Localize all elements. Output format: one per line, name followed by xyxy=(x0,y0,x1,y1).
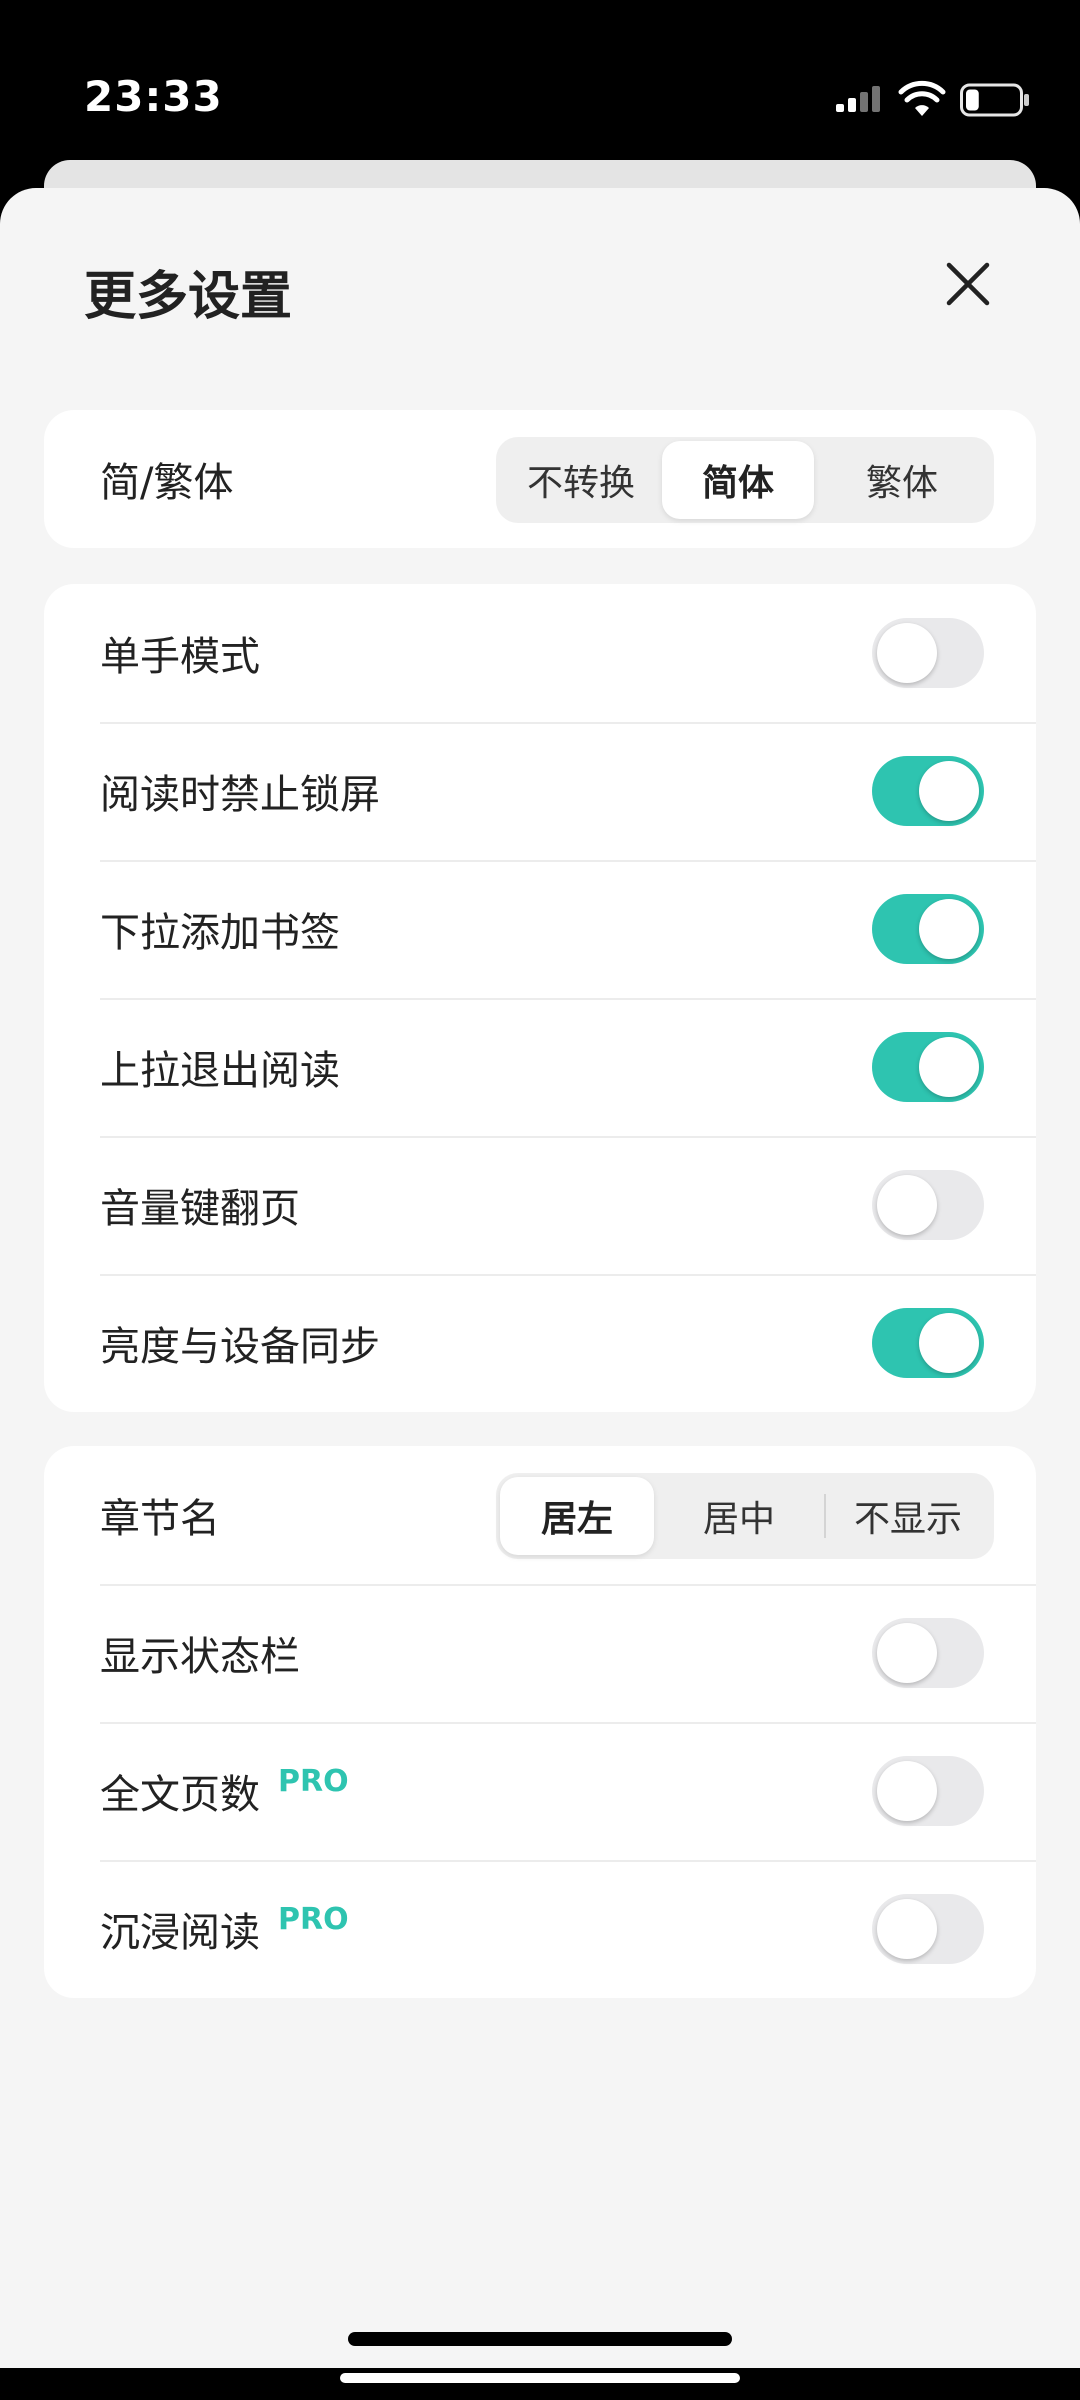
setting-label: 沉浸阅读 xyxy=(100,1910,260,1956)
display-setting-row: 全文页数 PRO xyxy=(44,1722,1036,1860)
toggle-knob xyxy=(919,761,979,821)
setting-label: 阅读时禁止锁屏 xyxy=(100,772,380,818)
setting-row: 下拉添加书签 xyxy=(44,860,1036,998)
conversion-option-traditional[interactable]: 繁体 xyxy=(814,441,990,519)
chapter-name-segmented-control: 居左 居中 不显示 xyxy=(496,1473,994,1559)
conversion-segmented-control: 不转换 简体 繁体 xyxy=(496,437,994,523)
setting-label: 单手模式 xyxy=(100,634,260,680)
setting-row: 音量键翻页 xyxy=(44,1136,1036,1274)
toggle-knob xyxy=(877,1761,937,1821)
setting-label: 亮度与设备同步 xyxy=(100,1324,380,1370)
setting-row: 亮度与设备同步 xyxy=(44,1274,1036,1412)
toggle-knob xyxy=(919,1313,979,1373)
pro-badge: PRO xyxy=(278,1764,349,1799)
status-bar: 23:33 xyxy=(0,0,1080,160)
toggle-switch[interactable] xyxy=(872,618,984,688)
close-button[interactable] xyxy=(928,244,1008,324)
conversion-label: 简/繁体 xyxy=(100,460,234,506)
setting-row: 上拉退出阅读 xyxy=(44,998,1036,1136)
toggle-knob xyxy=(877,623,937,683)
toggle-switch[interactable] xyxy=(872,894,984,964)
wifi-icon xyxy=(898,80,946,116)
chapter-option-hidden[interactable]: 不显示 xyxy=(826,1477,990,1555)
conversion-option-none[interactable]: 不转换 xyxy=(500,441,662,519)
toggle-knob xyxy=(919,899,979,959)
toggle-switch[interactable] xyxy=(872,1170,984,1240)
toggle-knob xyxy=(877,1175,937,1235)
toggle-switch[interactable] xyxy=(872,1032,984,1102)
chapter-option-center[interactable]: 居中 xyxy=(654,1477,824,1555)
display-setting-row: 沉浸阅读 PRO xyxy=(44,1860,1036,1998)
setting-label: 上拉退出阅读 xyxy=(100,1048,340,1094)
battery-icon xyxy=(960,83,1029,117)
toggle-knob xyxy=(919,1037,979,1097)
setting-row: 单手模式 xyxy=(44,584,1036,722)
chapter-name-label: 章节名 xyxy=(100,1496,220,1542)
setting-label: 下拉添加书签 xyxy=(100,910,340,956)
page-title: 更多设置 xyxy=(84,267,293,327)
pro-badge: PRO xyxy=(278,1902,349,1937)
display-setting-row: 显示状态栏 xyxy=(44,1584,1036,1722)
setting-label: 全文页数 xyxy=(100,1772,260,1818)
signal-icon xyxy=(836,86,880,112)
toggle-switch[interactable] xyxy=(872,1756,984,1826)
toggle-knob xyxy=(877,1623,937,1683)
toggle-switch[interactable] xyxy=(872,1894,984,1964)
toggle-knob xyxy=(877,1899,937,1959)
status-time: 23:33 xyxy=(84,72,223,121)
close-icon xyxy=(946,262,990,306)
setting-row: 阅读时禁止锁屏 xyxy=(44,722,1036,860)
conversion-row: 简/繁体 不转换 简体 繁体 xyxy=(44,410,1036,548)
setting-label: 音量键翻页 xyxy=(100,1186,300,1232)
chapter-option-left[interactable]: 居左 xyxy=(500,1477,654,1555)
setting-label: 显示状态栏 xyxy=(100,1634,300,1680)
chapter-name-row: 章节名 居左 居中 不显示 xyxy=(44,1446,1036,1584)
toggle-switch[interactable] xyxy=(872,1308,984,1378)
conversion-card: 简/繁体 不转换 简体 繁体 xyxy=(44,410,1036,548)
conversion-option-simplified[interactable]: 简体 xyxy=(662,441,814,519)
display-card: 章节名 居左 居中 不显示 显示状态栏全文页数 PRO 沉浸阅读 PRO xyxy=(44,1446,1036,1998)
more-settings-sheet: 更多设置 简/繁体 不转换 简体 繁体 单手模式阅读时禁止锁屏 下拉添加书签 上拉退… xyxy=(0,188,1080,2368)
reading-toggles-card: 单手模式阅读时禁止锁屏 下拉添加书签 上拉退出阅读 音量键翻页亮度与设备同步 xyxy=(44,584,1036,1412)
home-indicator xyxy=(348,2332,732,2346)
toggle-switch[interactable] xyxy=(872,756,984,826)
toggle-switch[interactable] xyxy=(872,1618,984,1688)
bottom-indicator xyxy=(340,2373,740,2383)
